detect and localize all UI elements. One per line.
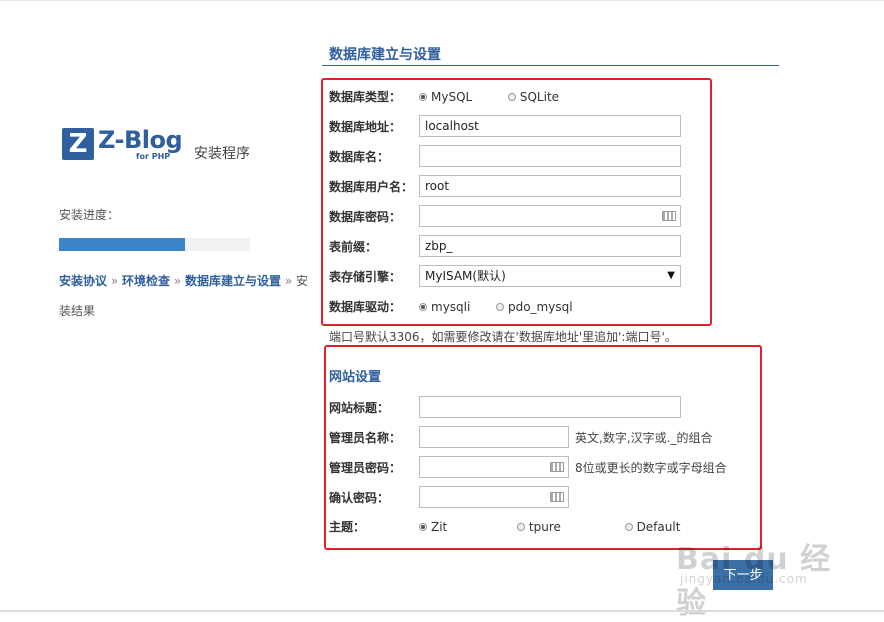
keyboard-icon[interactable] (662, 211, 676, 221)
db-section-title: 数据库建立与设置 (329, 47, 441, 63)
progress-label: 安装进度： (59, 208, 120, 222)
progress-fill (59, 238, 186, 251)
db-engine-value: MyISAM(默认) (425, 269, 506, 283)
admin-name-label: 管理员名称： (329, 431, 402, 445)
db-password-label: 数据库密码： (329, 210, 402, 224)
step-result-part2: 装结果 (59, 304, 96, 318)
radio-mysqli[interactable] (419, 302, 427, 311)
radio-mysqli-label: mysqli (431, 300, 471, 314)
top-divider (0, 0, 884, 1)
site-title-label: 网站标题： (329, 401, 390, 415)
theme-radios: Zit tpure Default (419, 515, 680, 539)
radio-theme-default[interactable] (624, 522, 633, 531)
radio-theme-zit-label: Zit (431, 520, 448, 534)
site-title-input[interactable] (419, 396, 681, 418)
db-engine-label: 表存储引擎： (329, 270, 402, 284)
admin-password-hint: 8位或更长的数字或字母组合 (575, 461, 727, 475)
admin-password-label: 管理员密码： (329, 461, 402, 475)
db-user-input[interactable]: root (419, 175, 681, 197)
db-host-input[interactable]: localhost (419, 115, 681, 137)
keyboard-icon[interactable] (550, 492, 564, 502)
db-prefix-label: 表前缀： (329, 240, 378, 254)
step-separator: » (173, 274, 182, 288)
admin-name-input[interactable] (419, 426, 569, 448)
step-agreement[interactable]: 安装协议 (59, 274, 107, 288)
db-prefix-input[interactable]: zbp_ (419, 235, 681, 257)
logo-subtext: for PHP (136, 152, 171, 161)
install-title: 安装程序 (194, 146, 250, 162)
db-user-label: 数据库用户名： (329, 180, 414, 194)
db-engine-select[interactable]: MyISAM(默认) ▼ (419, 265, 681, 287)
radio-theme-default-label: Default (636, 520, 681, 534)
radio-pdo-mysql-label: pdo_mysql (507, 300, 573, 314)
confirm-password-label: 确认密码： (329, 491, 390, 505)
progress-bar (59, 238, 250, 251)
step-env-check[interactable]: 环境检查 (122, 274, 170, 288)
step-result-part1: 安 (296, 274, 309, 288)
radio-pdo-mysql[interactable] (495, 302, 504, 311)
radio-theme-tpure[interactable] (516, 522, 525, 531)
keyboard-icon[interactable] (550, 462, 564, 472)
db-name-label: 数据库名： (329, 150, 390, 164)
section-divider (322, 65, 779, 66)
zblog-logo: Z Z-Blog for PHP 安装程序 (62, 126, 262, 168)
radio-mysql[interactable] (419, 92, 427, 101)
radio-sqlite-label: SQLite (519, 90, 560, 104)
radio-mysql-label: MySQL (431, 90, 473, 104)
logo-text: Z-Blog (98, 126, 183, 154)
next-step-button[interactable]: 下一步 (713, 560, 773, 590)
chevron-down-icon: ▼ (667, 270, 675, 281)
theme-label: 主题： (329, 520, 366, 534)
db-driver-radios: mysqli pdo_mysql (419, 295, 573, 319)
logo-z-icon: Z (62, 128, 94, 160)
db-type-label: 数据库类型： (329, 90, 402, 104)
step-database[interactable]: 数据库建立与设置 (185, 274, 281, 288)
radio-theme-zit[interactable] (419, 522, 427, 531)
db-name-input[interactable] (419, 145, 681, 167)
db-driver-label: 数据库驱动： (329, 300, 402, 314)
db-password-input[interactable] (419, 205, 681, 227)
install-steps: 安装协议 » 环境检查 » 数据库建立与设置 » 安 装结果 (59, 266, 309, 326)
db-host-label: 数据库地址： (329, 120, 402, 134)
step-separator: » (110, 274, 119, 288)
admin-name-hint: 英文,数字,汉字或._的组合 (575, 431, 713, 445)
radio-sqlite[interactable] (507, 92, 516, 101)
site-section-title: 网站设置 (329, 370, 382, 385)
port-note: 端口号默认3306，如需要修改请在'数据库地址'里追加':端口号'。 (329, 330, 677, 344)
confirm-password-input[interactable] (419, 486, 569, 508)
radio-theme-tpure-label: tpure (528, 520, 561, 534)
db-type-radios: MySQL SQLite (419, 85, 559, 109)
step-separator: » (284, 274, 293, 288)
admin-password-input[interactable] (419, 456, 569, 478)
